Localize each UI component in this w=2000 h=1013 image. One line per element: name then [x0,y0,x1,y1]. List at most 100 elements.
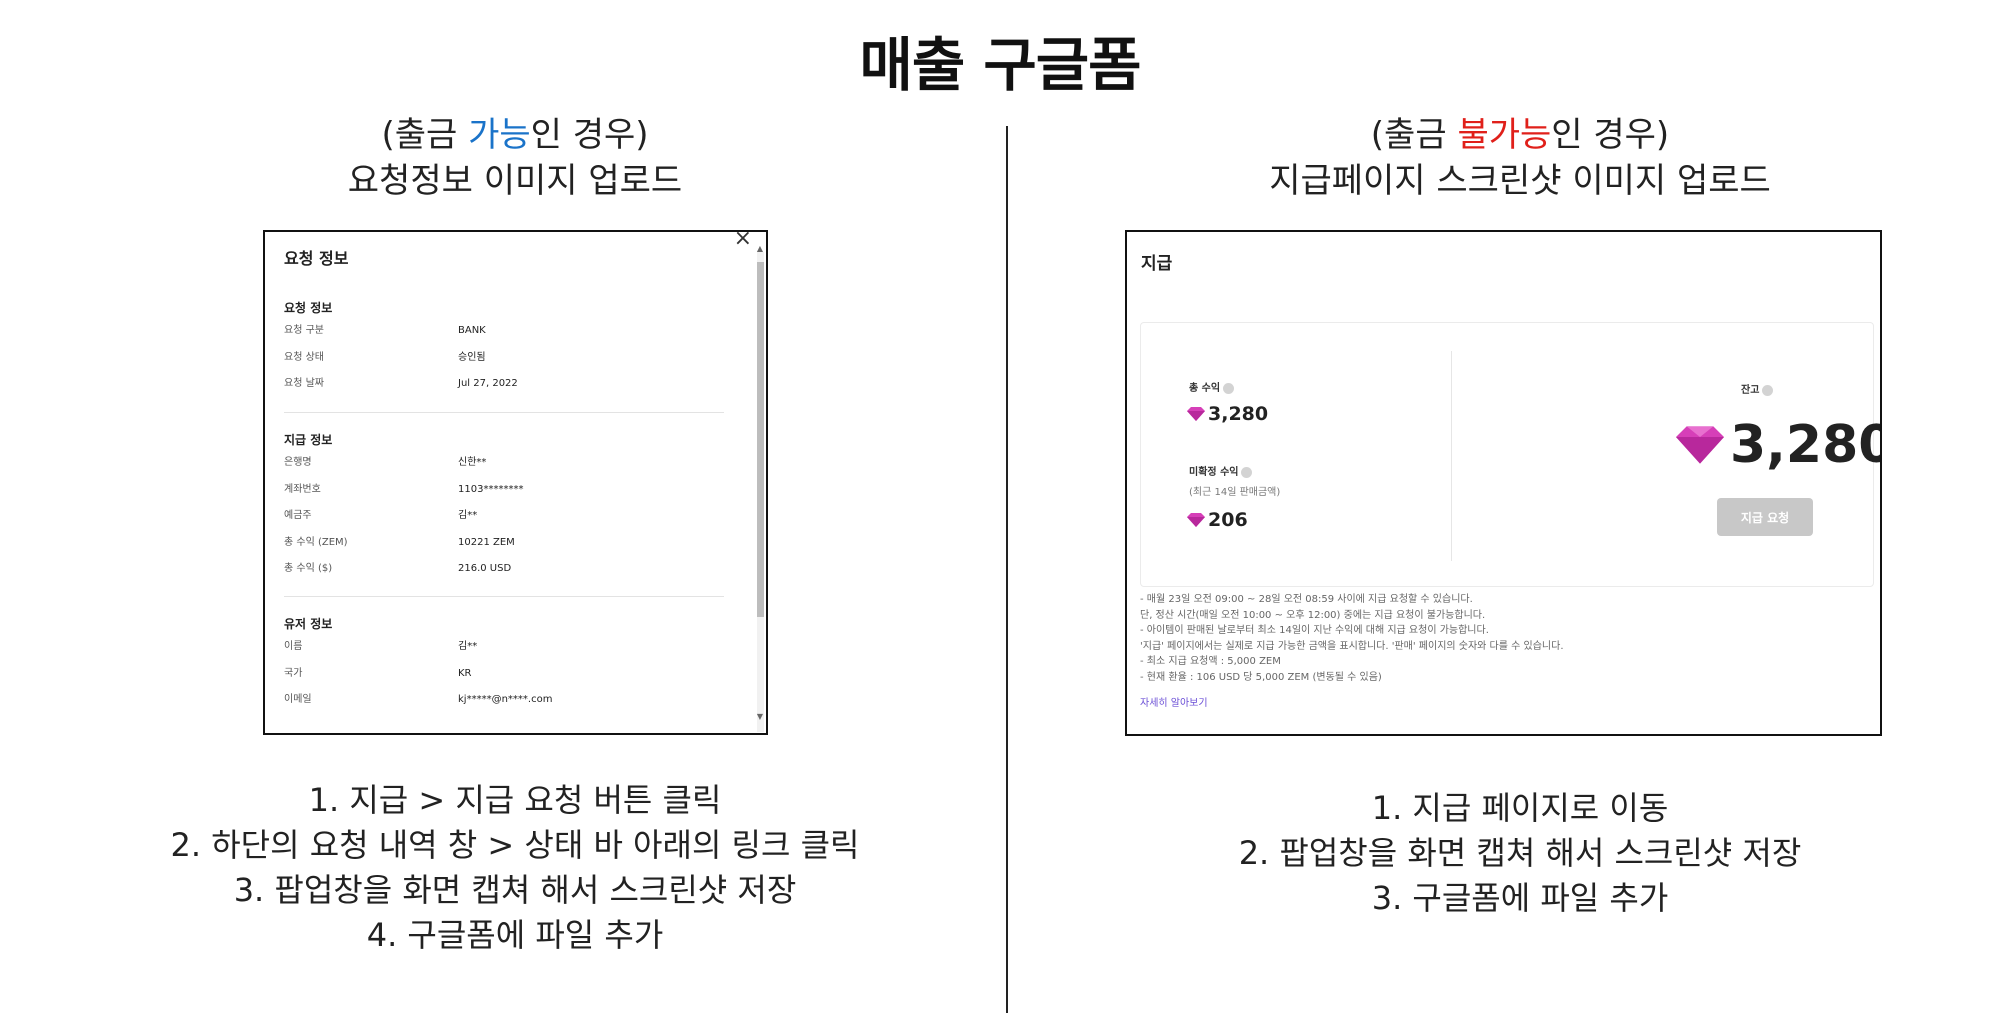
section-divider [284,596,724,597]
left-heading-close: 인 경우) [530,115,649,155]
section-user-info: 유저 정보 이름 김** 국가 KR 이메일 kj*****@n****.com [284,614,724,720]
page-title: 매출 구글폼 [859,31,1142,99]
info-row: 이메일 kj*****@n****.com [284,693,724,720]
right-heading-line1: (출금 불가능인 경우) [1120,112,1920,158]
step-item: 2. 팝업창을 화면 캡쳐 해서 스크린샷 저장 [1238,834,1802,872]
row-label: 계좌번호 [284,483,321,495]
balance-value: 3,280 [1676,415,1882,475]
section-title: 요청 정보 [284,301,333,315]
right-heading-close: 인 경우) [1551,115,1670,155]
left-steps: 1. 지급 > 지급 요청 버튼 클릭 2. 하단의 요청 내역 창 > 상태 … [115,778,915,958]
left-heading-line1: (출금 가능인 경우) [215,112,815,158]
left-heading: (출금 가능인 경우) 요청정보 이미지 업로드 [215,112,815,204]
row-label: 총 수익 (ZEM) [284,536,348,548]
right-heading-highlight: 불가능 [1457,115,1552,155]
pending-earnings-value: 206 [1187,509,1248,531]
learn-more-link[interactable]: 자세히 알아보기 [1140,694,1208,709]
row-value: 김** [458,641,478,652]
info-row: 국가 KR [284,667,724,694]
pending-earnings-sub: (최근 14일 판매금액) [1189,487,1281,498]
info-row: 요청 구분 BANK [284,324,724,351]
row-value: 신한** [458,457,487,468]
row-value: KR [458,667,472,679]
section-title: 유저 정보 [284,617,333,631]
info-icon[interactable] [1762,384,1774,396]
note-line: '지급' 페이지에서는 실제로 지급 가능한 금액을 표시합니다. '판매' 페… [1140,640,1564,652]
balance-number: 3,280 [1730,415,1882,475]
info-icon[interactable] [1241,466,1253,478]
info-row: 예금주 김** [284,509,724,536]
section-request-info: 요청 정보 요청 구분 BANK 요청 상태 승인됨 요청 날짜 Jul 27, 20… [284,298,724,404]
note-line: - 매월 23일 오전 09:00 ~ 28일 오전 08:59 사이에 지급 … [1140,594,1473,605]
close-icon[interactable]: × [734,232,752,251]
scroll-down-icon[interactable]: ▼ [757,712,763,721]
row-value: Jul 27, 2022 [458,378,518,389]
row-value: 승인됨 [458,351,486,363]
scroll-up-icon[interactable]: ▲ [757,244,763,253]
left-heading-open: (출금 [381,115,469,155]
total-earnings-value: 3,280 [1187,403,1268,425]
step-item: 2. 하단의 요청 내역 창 > 상태 바 아래의 링크 클릭 [170,826,860,864]
row-label: 은행명 [284,457,312,468]
payout-notes: - 매월 23일 오전 09:00 ~ 28일 오전 08:59 사이에 지급 … [1140,592,1870,685]
row-value: BANK [458,325,486,336]
row-label: 요청 날짜 [284,378,324,389]
scrollbar-thumb[interactable] [757,262,764,617]
info-icon[interactable] [1223,382,1235,394]
note-line: - 아이템이 판매된 날로부터 최소 14일이 지난 수익에 대해 지급 요청이… [1140,625,1489,636]
pending-earnings-text: 미확정 수익 [1189,467,1239,478]
payout-title: 지급 [1141,254,1173,274]
left-heading-line2: 요청정보 이미지 업로드 [347,161,683,201]
info-row: 이름 김** [284,640,724,667]
info-row: 요청 상태 승인됨 [284,351,724,378]
step-item: 1. 지급 > 지급 요청 버튼 클릭 [308,781,722,819]
payout-page-screenshot: 지급 총 수익 3,280 미확정 수익 (최근 14일 판매금액) 206 잔… [1125,230,1882,736]
row-label: 이름 [284,641,303,652]
right-heading: (출금 불가능인 경우) 지급페이지 스크린샷 이미지 업로드 [1120,112,1920,204]
total-earnings-number: 3,280 [1208,403,1269,425]
right-steps: 1. 지급 페이지로 이동 2. 팝업창을 화면 캡쳐 해서 스크린샷 저장 3… [1120,786,1920,921]
step-item: 3. 팝업창을 화면 캡쳐 해서 스크린샷 저장 [233,871,797,909]
row-value: 216.0 USD [458,563,512,574]
balance-text: 잔고 [1741,385,1760,396]
pending-earnings-number: 206 [1208,509,1248,531]
row-value: 김** [458,510,478,521]
row-label: 이메일 [284,694,312,705]
row-label: 총 수익 ($) [284,563,333,574]
gem-icon [1676,426,1724,464]
total-earnings-text: 총 수익 [1189,383,1221,394]
info-row: 총 수익 ($) 216.0 USD [284,562,724,589]
note-line: - 최소 지급 요청액 : 5,000 ZEM [1140,656,1281,667]
step-item: 1. 지급 페이지로 이동 [1371,789,1669,827]
right-heading-open: (출금 [1370,115,1458,155]
gem-icon [1187,513,1205,527]
note-line: - 현재 환율 : 106 USD 당 5,000 ZEM (변동될 수 있음) [1140,671,1382,683]
info-row: 은행명 신한** [284,456,724,483]
row-label: 요청 상태 [284,351,324,363]
row-label: 예금주 [284,510,312,521]
request-info-screenshot: 요청 정보 × ▲ ▼ 요청 정보 요청 구분 BANK 요청 상태 승인됨 요청 … [263,230,768,735]
step-item: 3. 구글폼에 파일 추가 [1371,879,1669,917]
section-divider [284,412,724,413]
info-row: 계좌번호 1103******** [284,483,724,510]
row-value: kj*****@n****.com [458,694,553,705]
row-value: 1103******** [458,483,524,495]
pending-earnings-label: 미확정 수익 [1189,463,1253,478]
balance-label: 잔고 [1741,381,1774,396]
modal-title: 요청 정보 [284,249,349,268]
row-value: 10221 ZEM [458,536,515,548]
row-label: 국가 [284,667,303,679]
gem-icon [1187,407,1205,421]
card-divider [1451,351,1452,561]
section-title: 지급 정보 [284,433,333,447]
left-heading-highlight: 가능 [468,115,531,155]
row-label: 요청 구분 [284,325,324,336]
payout-request-button[interactable]: 지급 요청 [1717,498,1813,536]
total-earnings-label: 총 수익 [1189,379,1235,394]
section-payment-info: 지급 정보 은행명 신한** 계좌번호 1103******** 예금주 김** 총 … [284,430,724,589]
earnings-card: 총 수익 3,280 미확정 수익 (최근 14일 판매금액) 206 잔고 3… [1140,322,1880,587]
note-line: 단, 정산 시간(매일 오전 10:00 ~ 오후 12:00) 중에는 지급 … [1140,609,1486,621]
right-heading-line2: 지급페이지 스크린샷 이미지 업로드 [1269,161,1771,201]
info-row: 총 수익 (ZEM) 10221 ZEM [284,536,724,563]
step-item: 4. 구글폼에 파일 추가 [366,916,664,954]
